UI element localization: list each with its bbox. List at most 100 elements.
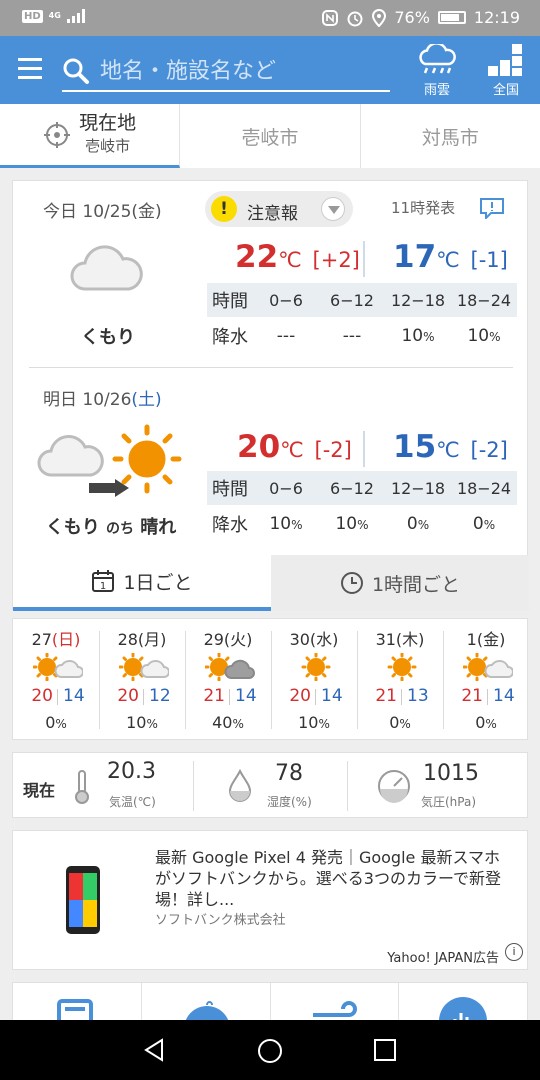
sun-cloud-icon xyxy=(462,652,514,682)
tab-daily[interactable]: 1 1日ごと xyxy=(13,555,271,611)
cloud-icon xyxy=(70,245,143,291)
signal-icon xyxy=(66,9,85,23)
menu-item-document[interactable] xyxy=(13,983,142,1021)
week-day-column[interactable]: 30(水) 20 14 10% xyxy=(271,619,357,741)
thermometer-icon xyxy=(75,770,89,804)
today-rain-row: 降水 --- --- 10% 10% xyxy=(212,326,501,348)
status-bar: HD 4G 76% 12:19 xyxy=(0,0,540,36)
nationwide-label: 全国 xyxy=(492,83,519,98)
pressure-unit: 気圧(hPa) xyxy=(421,795,477,809)
crosshair-icon xyxy=(44,121,71,148)
week-day-column[interactable]: 29(火) 21 14 40% xyxy=(185,619,271,741)
week-high: 20 xyxy=(31,686,53,706)
svg-text:1: 1 xyxy=(100,581,106,592)
tomorrow-rain-row: 降水 10% 10% 0% 0% xyxy=(212,514,496,536)
week-day-column[interactable]: 31(木) 21 13 0% xyxy=(357,619,443,741)
week-divider xyxy=(99,631,100,729)
current-temp: 20.3 xyxy=(107,759,156,784)
week-divider xyxy=(357,631,358,729)
menu-item-chart[interactable] xyxy=(399,983,527,1021)
ad-sponsor: ソフトバンク株式会社 xyxy=(155,913,286,928)
phone-image xyxy=(66,866,100,934)
view-tabs: 1 1日ごと 1時間ごと xyxy=(13,555,529,611)
recents-icon[interactable] xyxy=(374,1039,396,1061)
pressure-gauge-icon xyxy=(378,770,410,803)
tomorrow-high: 20℃ [-2] xyxy=(237,429,352,465)
menu-icon[interactable] xyxy=(18,58,42,80)
rain-cloud-label: 雨雲 xyxy=(423,83,450,98)
current-label: 現在 xyxy=(23,781,56,800)
tomorrow-rain-header: 時間 0−6 6−12 12−18 18−24 xyxy=(207,471,517,505)
week-rain: 10% xyxy=(126,713,158,732)
temp-divider xyxy=(363,241,365,277)
ad-card[interactable]: 最新 Google Pixel 4 発売｜Google 最新スマホがソフトバンク… xyxy=(12,830,528,970)
warning-icon: ! xyxy=(211,196,237,222)
comment-icon[interactable] xyxy=(479,197,505,219)
week-date: 31(木) xyxy=(375,630,425,649)
ad-label: Yahoo! JAPAN広告 xyxy=(387,951,499,966)
week-date: 1(金) xyxy=(466,630,506,649)
warning-text: 注意報 xyxy=(247,204,298,224)
tab-sublabel: 壱岐市 xyxy=(85,136,131,155)
ad-text[interactable]: 最新 Google Pixel 4 発売｜Google 最新スマホがソフトバンク… xyxy=(155,847,515,910)
today-condition: くもり xyxy=(81,327,135,348)
tab-label: 壱岐市 xyxy=(241,126,299,149)
today-rain-header: 時間 0−6 6−12 12−18 18−24 xyxy=(207,283,517,317)
clock: 12:19 xyxy=(473,8,520,27)
search-icon xyxy=(63,58,89,84)
tab-iki[interactable]: 壱岐市 xyxy=(180,104,361,168)
week-rain: 10% xyxy=(298,713,330,732)
sun-darkcloud-icon xyxy=(204,652,255,682)
nationwide-button[interactable]: 全国 xyxy=(481,44,531,98)
tomorrow-low: 15℃ [-2] xyxy=(393,429,508,465)
alarm-icon xyxy=(347,11,363,26)
temp-divider xyxy=(487,689,488,705)
back-icon[interactable] xyxy=(142,1038,166,1062)
week-rain: 0% xyxy=(475,713,497,732)
bottom-menu xyxy=(12,982,528,1022)
warning-badge[interactable]: ! 注意報 xyxy=(205,191,353,227)
issued-time: 11時発表 xyxy=(391,199,456,217)
network-type: 4G xyxy=(48,11,61,20)
tomorrow-date: 明日 10/26(土) xyxy=(43,390,162,410)
temp-divider xyxy=(401,689,402,705)
week-day-column[interactable]: 27(日) 20 14 0% xyxy=(13,619,99,741)
location-icon xyxy=(372,8,387,27)
search-input[interactable] xyxy=(100,58,370,84)
today-date: 今日 10/25(金) xyxy=(43,202,162,222)
info-icon[interactable]: i xyxy=(505,943,523,961)
location-tabs: 現在地 壱岐市 壱岐市 対馬市 xyxy=(0,104,540,168)
rain-cloud-button[interactable]: 雨雲 xyxy=(412,42,462,98)
week-high: 21 xyxy=(375,686,397,706)
week-high: 20 xyxy=(117,686,139,706)
laundry-icon xyxy=(185,1001,229,1021)
humidity-icon xyxy=(228,769,252,802)
week-divider xyxy=(185,631,186,729)
battery-percent: 76% xyxy=(394,8,430,27)
tab-tsushima[interactable]: 対馬市 xyxy=(361,104,540,168)
menu-item-laundry[interactable] xyxy=(142,983,271,1021)
week-date: 30(水) xyxy=(289,630,339,649)
menu-item-wind[interactable] xyxy=(271,983,400,1021)
week-divider xyxy=(271,631,272,729)
app-bar: 雨雲 全国 xyxy=(0,36,540,104)
temp-divider xyxy=(315,689,316,705)
today-low: 17℃ [-1] xyxy=(393,239,508,275)
search-box[interactable] xyxy=(62,52,390,92)
temp-divider xyxy=(143,689,144,705)
week-date: 29(火) xyxy=(203,630,253,649)
chevron-down-icon[interactable] xyxy=(321,197,345,221)
sun-icon xyxy=(377,652,427,682)
weekly-forecast-card: 27(日) 20 14 0% 28(月) 20 12 10% 29(火) 21 14 40% 30(水)… xyxy=(12,618,528,740)
tab-hourly[interactable]: 1時間ごと xyxy=(271,555,529,611)
home-icon[interactable] xyxy=(257,1038,283,1064)
week-day-column[interactable]: 1(金) 21 14 0% xyxy=(443,619,529,741)
temp-divider xyxy=(57,689,58,705)
cloud-then-sun-icon xyxy=(37,424,182,497)
current-pressure: 1015 xyxy=(423,761,479,786)
hd-icon: HD xyxy=(22,9,43,23)
week-day-column[interactable]: 28(月) 20 12 10% xyxy=(99,619,185,741)
tab-current-location[interactable]: 現在地 壱岐市 xyxy=(0,104,181,168)
week-low: 12 xyxy=(149,686,171,706)
humidity-unit: 湿度(%) xyxy=(267,795,312,809)
